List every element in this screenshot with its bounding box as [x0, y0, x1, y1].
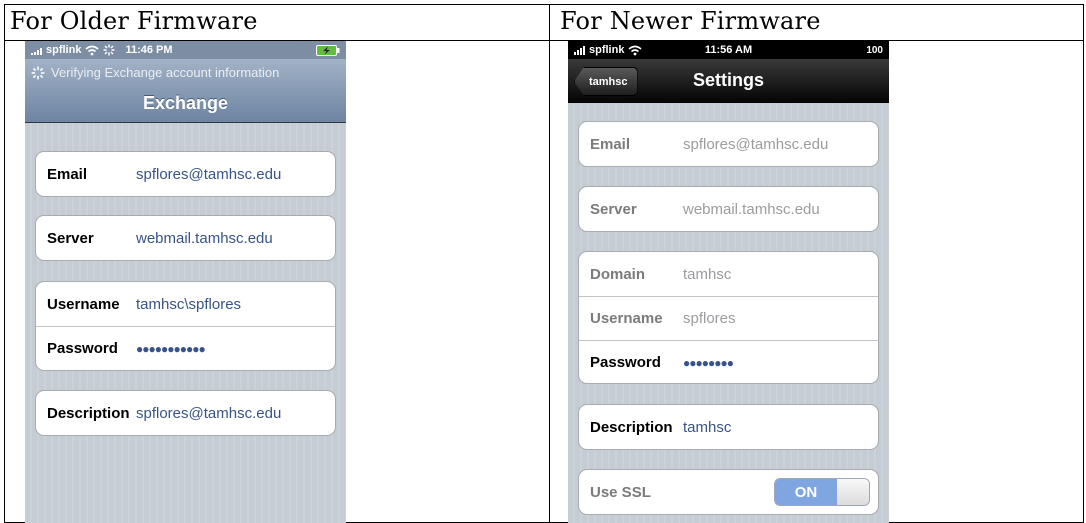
- column-divider: [549, 5, 550, 522]
- ssl-group: Use SSL ON: [578, 469, 879, 515]
- password-label: Password: [590, 354, 661, 371]
- email-label: Email: [590, 135, 631, 153]
- server-group: Server webmail.tamhsc.edu: [35, 215, 336, 261]
- column-title-newer: For Newer Firmware: [560, 7, 821, 35]
- signal-icon: [574, 45, 585, 55]
- password-label: Password: [47, 340, 118, 357]
- carrier-name: spflink: [46, 44, 82, 56]
- credentials-group: Username tamhsc\spflores Password ●●●●●●…: [35, 281, 336, 371]
- credentials-group: Domain tamhsc Username spflores Password…: [578, 251, 879, 384]
- username-row[interactable]: Username spflores: [579, 296, 878, 340]
- server-value[interactable]: webmail.tamhsc.edu: [683, 201, 820, 218]
- server-row[interactable]: Server webmail.tamhsc.edu: [36, 216, 335, 260]
- password-row[interactable]: Password ●●●●●●●●: [579, 340, 878, 383]
- password-value[interactable]: ●●●●●●●●●●●: [136, 342, 206, 356]
- email-group: Email spflores@tamhsc.edu: [578, 121, 879, 167]
- username-value[interactable]: tamhsc\spflores: [136, 296, 241, 313]
- status-bar: spflink 11:56 AM 100: [568, 41, 889, 59]
- older-firmware-screenshot: spflink 11:46 PM Verifying Exchange acco…: [25, 41, 346, 523]
- nav-bar: Verifying Exchange account information E…: [25, 59, 346, 123]
- username-value[interactable]: spflores: [683, 310, 736, 327]
- email-value[interactable]: spflores@tamhsc.edu: [136, 166, 281, 183]
- ssl-row: Use SSL ON: [579, 470, 878, 514]
- description-label: Description: [590, 418, 673, 436]
- ssl-toggle-on-label: ON: [775, 479, 837, 505]
- description-value[interactable]: spflores@tamhsc.edu: [136, 405, 281, 422]
- username-row[interactable]: Username tamhsc\spflores: [36, 282, 335, 326]
- domain-row[interactable]: Domain tamhsc: [579, 252, 878, 296]
- server-label: Server: [47, 229, 94, 247]
- domain-value[interactable]: tamhsc: [683, 266, 731, 283]
- description-group: Description spflores@tamhsc.edu: [35, 390, 336, 436]
- description-label: Description: [47, 404, 130, 422]
- verifying-message: Verifying Exchange account information: [51, 65, 280, 80]
- email-row[interactable]: Email spflores@tamhsc.edu: [36, 152, 335, 196]
- email-value[interactable]: spflores@tamhsc.edu: [683, 136, 828, 153]
- email-row[interactable]: Email spflores@tamhsc.edu: [579, 122, 878, 166]
- description-value[interactable]: tamhsc: [683, 419, 731, 436]
- nav-bar: tamhsc Settings: [568, 59, 889, 103]
- wifi-icon: [85, 45, 99, 55]
- status-bar: spflink 11:46 PM: [25, 41, 346, 59]
- newer-firmware-screenshot: spflink 11:56 AM 100 tamhsc Settings Ema…: [568, 41, 889, 523]
- battery-level: 100: [866, 44, 883, 56]
- server-value[interactable]: webmail.tamhsc.edu: [136, 230, 273, 247]
- password-row[interactable]: Password ●●●●●●●●●●●: [36, 326, 335, 370]
- status-time: 11:46 PM: [125, 44, 173, 56]
- battery-charging-icon: [316, 44, 340, 56]
- server-row[interactable]: Server webmail.tamhsc.edu: [579, 187, 878, 231]
- signal-icon: [31, 45, 42, 55]
- nav-title: Exchange: [142, 93, 229, 113]
- email-label: Email: [47, 165, 88, 183]
- server-group: Server webmail.tamhsc.edu: [578, 186, 879, 232]
- server-label: Server: [590, 200, 637, 218]
- description-row[interactable]: Description tamhsc: [579, 405, 878, 449]
- ssl-toggle[interactable]: ON: [774, 478, 870, 506]
- domain-label: Domain: [590, 265, 646, 283]
- email-group: Email spflores@tamhsc.edu: [35, 151, 336, 197]
- loading-spinner-icon: [31, 66, 45, 79]
- carrier-name: spflink: [589, 44, 625, 56]
- description-row[interactable]: Description spflores@tamhsc.edu: [36, 391, 335, 435]
- username-label: Username: [47, 295, 120, 313]
- ssl-toggle-knob[interactable]: [837, 479, 869, 505]
- column-title-older: For Older Firmware: [10, 7, 258, 35]
- password-value[interactable]: ●●●●●●●●: [683, 356, 734, 370]
- description-group: Description tamhsc: [578, 404, 879, 450]
- wifi-icon: [628, 45, 642, 55]
- nav-title: Settings: [692, 70, 764, 90]
- activity-spinner-icon: [103, 44, 115, 56]
- ssl-label: Use SSL: [590, 483, 651, 501]
- username-label: Username: [590, 310, 663, 327]
